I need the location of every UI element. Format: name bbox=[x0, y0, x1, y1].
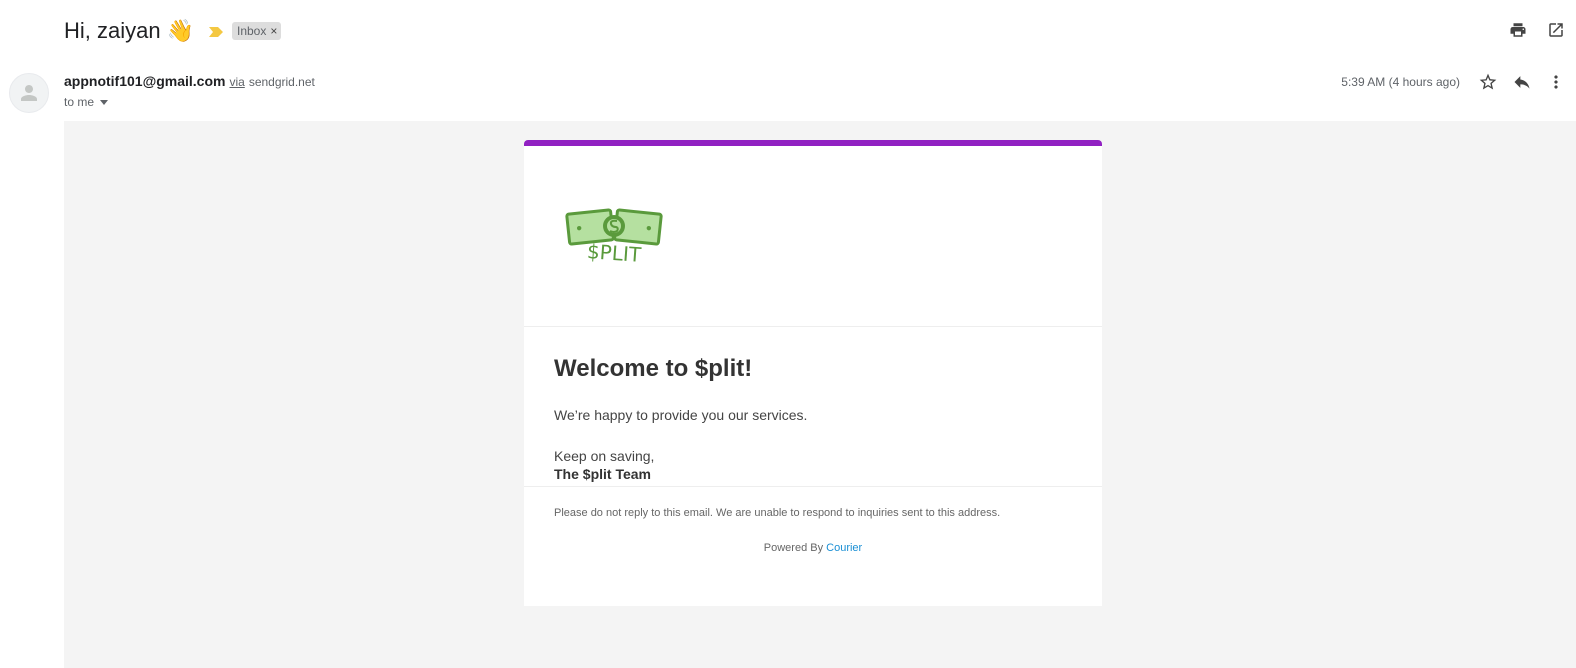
email-footer: Please do not reply to this email. We ar… bbox=[524, 487, 1102, 554]
reply-icon[interactable] bbox=[1512, 72, 1532, 92]
signoff: Keep on saving, The $plit Team bbox=[554, 447, 1072, 483]
via-link[interactable]: via bbox=[229, 75, 244, 89]
via-domain: sendgrid.net bbox=[248, 75, 315, 89]
welcome-headline: Welcome to $plit! bbox=[554, 355, 753, 382]
logo-wordmark: $PLIT bbox=[586, 239, 642, 267]
logo-section: $PLIT bbox=[524, 146, 1102, 327]
no-reply-disclaimer: Please do not reply to this email. We ar… bbox=[554, 507, 1001, 519]
signoff-line: Keep on saving, bbox=[554, 448, 655, 464]
message-meta: 5:39 AM (4 hours ago) bbox=[1341, 70, 1566, 94]
sender-line: appnotif101@gmail.com via sendgrid.net bbox=[64, 73, 315, 89]
recipient-details-toggle[interactable]: to me bbox=[64, 95, 109, 109]
sender-email[interactable]: appnotif101@gmail.com bbox=[64, 73, 225, 89]
inbox-label-chip: Inbox × bbox=[232, 22, 282, 40]
sender-avatar[interactable] bbox=[9, 73, 49, 113]
subject-header: Hi, zaiyan 👋 Inbox × bbox=[64, 14, 282, 48]
split-logo: $PLIT bbox=[564, 204, 664, 273]
remove-label-button[interactable]: × bbox=[270, 24, 277, 38]
welcome-paragraph: We’re happy to provide you our services. bbox=[554, 407, 808, 423]
thread-actions bbox=[1508, 20, 1566, 40]
person-icon bbox=[21, 85, 37, 101]
label-text: Inbox bbox=[237, 24, 267, 38]
dropdown-caret-icon bbox=[100, 100, 109, 105]
courier-link[interactable]: Courier bbox=[826, 542, 862, 554]
importance-marker-icon[interactable] bbox=[208, 25, 224, 37]
more-vert-icon[interactable] bbox=[1546, 72, 1566, 92]
star-icon[interactable] bbox=[1478, 72, 1498, 92]
to-me-label: to me bbox=[64, 95, 95, 109]
message-timestamp: 5:39 AM (4 hours ago) bbox=[1341, 75, 1460, 89]
powered-by: Powered By Courier bbox=[554, 542, 1072, 554]
email-card: $PLIT Welcome to $plit! We’re happy to p… bbox=[524, 140, 1102, 606]
email-subject: Hi, zaiyan bbox=[64, 18, 161, 43]
open-new-window-icon[interactable] bbox=[1546, 20, 1566, 40]
team-signature: The $plit Team bbox=[554, 466, 651, 482]
powered-by-label: Powered By bbox=[763, 542, 824, 554]
waving-hand-emoji: 👋 bbox=[166, 18, 194, 43]
print-icon[interactable] bbox=[1508, 20, 1528, 40]
email-content: Welcome to $plit! We’re happy to provide… bbox=[524, 327, 1102, 487]
